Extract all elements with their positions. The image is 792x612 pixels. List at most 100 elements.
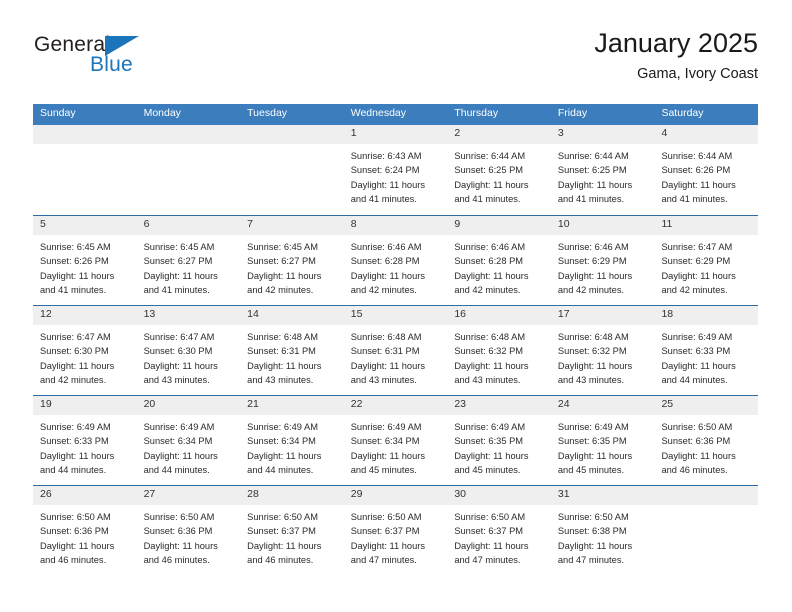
daylight-text: Daylight: 11 hours and 47 minutes. [454, 540, 529, 565]
day-sun-info: Sunrise: 6:50 AM Sunset: 6:36 PM Daylight:… [654, 415, 758, 477]
daylight-text: Daylight: 11 hours and 43 minutes. [350, 360, 425, 385]
sunset-text: Sunset: 6:37 PM [350, 526, 420, 537]
logo-text-general: General [34, 33, 111, 56]
day-number: 6 [136, 216, 241, 235]
daylight-text: Daylight: 11 hours and 45 minutes. [557, 450, 633, 475]
sunset-text: Sunset: 6:30 PM [143, 346, 213, 357]
day-number: 12 [33, 306, 137, 325]
calendar-day-cell[interactable]: 23 Sunrise: 6:49 AM Sunset: 6:35 PM Dayligh… [447, 396, 551, 485]
daylight-text: Daylight: 11 hours and 41 minutes. [557, 179, 633, 204]
calendar-day-cell[interactable]: 3 Sunrise: 6:44 AM Sunset: 6:25 PM Daylight… [550, 125, 655, 215]
sunrise-text: Sunrise: 6:50 AM [143, 512, 215, 522]
calendar-day-cell[interactable]: 24 Sunrise: 6:49 AM Sunset: 6:35 PM Dayligh… [550, 396, 655, 485]
day-sun-info: Sunrise: 6:49 AM Sunset: 6:35 PM Daylight:… [447, 415, 551, 477]
day-number: 25 [654, 396, 759, 415]
calendar-day-cell[interactable]: 13 Sunrise: 6:47 AM Sunset: 6:30 PM Dayligh… [136, 306, 241, 395]
sunrise-text: Sunrise: 6:45 AM [40, 242, 111, 252]
sunrise-text: Sunrise: 6:49 AM [350, 422, 422, 432]
calendar-day-cell[interactable]: 20 Sunrise: 6:49 AM Sunset: 6:34 PM Dayligh… [136, 396, 241, 485]
calendar-day-cell-empty [33, 125, 137, 215]
calendar-day-cell[interactable]: 22 Sunrise: 6:49 AM Sunset: 6:34 PM Dayligh… [343, 396, 448, 485]
sunrise-text: Sunrise: 6:46 AM [454, 242, 526, 252]
calendar-week-row: 26 Sunrise: 6:50 AM Sunset: 6:36 PM Dayligh… [33, 485, 759, 575]
daylight-text: Daylight: 11 hours and 44 minutes. [40, 450, 115, 475]
sunset-text: Sunset: 6:28 PM [350, 256, 420, 267]
day-number: 4 [654, 125, 759, 144]
day-sun-info: Sunrise: 6:46 AM Sunset: 6:28 PM Daylight:… [344, 235, 448, 297]
calendar-day-cell[interactable]: 29 Sunrise: 6:50 AM Sunset: 6:37 PM Dayligh… [343, 486, 448, 575]
day-sun-info: Sunrise: 6:49 AM Sunset: 6:33 PM Daylight:… [654, 325, 758, 387]
sunset-text: Sunset: 6:33 PM [40, 436, 109, 447]
calendar-day-cell[interactable]: 18 Sunrise: 6:49 AM Sunset: 6:33 PM Dayligh… [654, 306, 759, 395]
calendar-day-cell[interactable]: 4 Sunrise: 6:44 AM Sunset: 6:26 PM Daylight… [654, 125, 759, 215]
sunrise-text: Sunrise: 6:46 AM [350, 242, 422, 252]
calendar-day-cell[interactable]: 5 Sunrise: 6:45 AM Sunset: 6:26 PM Daylight… [33, 216, 137, 305]
calendar-day-cell[interactable]: 15 Sunrise: 6:48 AM Sunset: 6:31 PM Dayligh… [343, 306, 448, 395]
calendar-day-cell[interactable]: 31 Sunrise: 6:50 AM Sunset: 6:38 PM Dayligh… [550, 486, 655, 575]
calendar-day-cell[interactable]: 12 Sunrise: 6:47 AM Sunset: 6:30 PM Dayligh… [33, 306, 137, 395]
weekday-header-row: Sunday Monday Tuesday Wednesday Thursday Frid… [33, 104, 758, 125]
daylight-text: Daylight: 11 hours and 42 minutes. [40, 360, 115, 385]
calendar-day-cell[interactable]: 9 Sunrise: 6:46 AM Sunset: 6:28 PM Daylight… [447, 216, 551, 305]
day-number: 23 [447, 396, 551, 415]
calendar-day-cell[interactable]: 14 Sunrise: 6:48 AM Sunset: 6:31 PM Dayligh… [240, 306, 344, 395]
calendar-day-cell[interactable]: 8 Sunrise: 6:46 AM Sunset: 6:28 PM Daylight… [343, 216, 448, 305]
day-number: 31 [550, 486, 655, 505]
calendar-weeks: 1 Sunrise: 6:43 AM Sunset: 6:24 PM Daylight… [33, 125, 759, 575]
day-sun-info: Sunrise: 6:46 AM Sunset: 6:28 PM Daylight:… [447, 235, 551, 297]
calendar-week-row: 12 Sunrise: 6:47 AM Sunset: 6:30 PM Dayligh… [33, 305, 759, 395]
general-blue-logo[interactable]: General Blue [34, 34, 234, 90]
calendar-day-cell-empty [240, 125, 344, 215]
calendar-day-cell[interactable]: 27 Sunrise: 6:50 AM Sunset: 6:36 PM Dayligh… [136, 486, 241, 575]
sunset-text: Sunset: 6:38 PM [557, 526, 627, 537]
calendar-day-cell[interactable]: 2 Sunrise: 6:44 AM Sunset: 6:25 PM Daylight… [447, 125, 551, 215]
calendar-week-row: 5 Sunrise: 6:45 AM Sunset: 6:26 PM Daylight… [33, 215, 759, 305]
calendar-day-cell[interactable]: 16 Sunrise: 6:48 AM Sunset: 6:32 PM Dayligh… [447, 306, 551, 395]
calendar-day-cell[interactable]: 11 Sunrise: 6:47 AM Sunset: 6:29 PM Dayligh… [654, 216, 759, 305]
sunrise-text: Sunrise: 6:45 AM [247, 242, 318, 252]
sunrise-text: Sunrise: 6:45 AM [143, 242, 215, 252]
daylight-text: Daylight: 11 hours and 41 minutes. [661, 179, 736, 204]
day-number: 19 [33, 396, 137, 415]
sunrise-text: Sunrise: 6:48 AM [454, 332, 526, 342]
sunset-text: Sunset: 6:34 PM [247, 436, 316, 447]
day-sun-info: Sunrise: 6:45 AM Sunset: 6:27 PM Daylight:… [240, 235, 344, 297]
calendar-day-cell[interactable]: 28 Sunrise: 6:50 AM Sunset: 6:37 PM Dayligh… [240, 486, 344, 575]
calendar-day-cell[interactable]: 6 Sunrise: 6:45 AM Sunset: 6:27 PM Daylight… [136, 216, 241, 305]
calendar-day-cell[interactable]: 26 Sunrise: 6:50 AM Sunset: 6:36 PM Dayligh… [33, 486, 137, 575]
day-number: 27 [136, 486, 241, 505]
calendar-grid: Sunday Monday Tuesday Wednesday Thursday Frid… [33, 104, 759, 575]
day-number: 5 [33, 216, 137, 235]
sunset-text: Sunset: 6:25 PM [454, 165, 524, 176]
day-number [240, 125, 344, 144]
calendar-day-cell[interactable]: 17 Sunrise: 6:48 AM Sunset: 6:32 PM Dayligh… [550, 306, 655, 395]
day-number: 15 [343, 306, 448, 325]
calendar-day-cell[interactable]: 30 Sunrise: 6:50 AM Sunset: 6:37 PM Dayligh… [447, 486, 551, 575]
daylight-text: Daylight: 11 hours and 43 minutes. [247, 360, 322, 385]
calendar-day-cell[interactable]: 19 Sunrise: 6:49 AM Sunset: 6:33 PM Dayligh… [33, 396, 137, 485]
daylight-text: Daylight: 11 hours and 41 minutes. [40, 270, 115, 295]
calendar-day-cell[interactable]: 1 Sunrise: 6:43 AM Sunset: 6:24 PM Daylight… [343, 125, 448, 215]
day-sun-info: Sunrise: 6:50 AM Sunset: 6:36 PM Daylight:… [33, 505, 137, 567]
day-sun-info: Sunrise: 6:43 AM Sunset: 6:24 PM Daylight:… [344, 144, 448, 206]
weekday-header-tuesday: Tuesday [247, 107, 288, 119]
sunrise-text: Sunrise: 6:44 AM [661, 151, 733, 161]
sunset-text: Sunset: 6:25 PM [557, 165, 627, 176]
sunrise-text: Sunrise: 6:48 AM [557, 332, 629, 342]
calendar-day-cell[interactable]: 25 Sunrise: 6:50 AM Sunset: 6:36 PM Dayligh… [654, 396, 759, 485]
day-sun-info: Sunrise: 6:49 AM Sunset: 6:33 PM Daylight:… [33, 415, 137, 477]
calendar-day-cell[interactable]: 7 Sunrise: 6:45 AM Sunset: 6:27 PM Daylight… [240, 216, 344, 305]
sunset-text: Sunset: 6:24 PM [350, 165, 420, 176]
daylight-text: Daylight: 11 hours and 43 minutes. [143, 360, 218, 385]
calendar-day-cell[interactable]: 21 Sunrise: 6:49 AM Sunset: 6:34 PM Dayligh… [240, 396, 344, 485]
calendar-day-cell-empty [654, 486, 759, 575]
day-number: 14 [240, 306, 344, 325]
day-number: 28 [240, 486, 344, 505]
sunrise-text: Sunrise: 6:47 AM [143, 332, 215, 342]
day-number: 18 [654, 306, 759, 325]
sunset-text: Sunset: 6:36 PM [143, 526, 213, 537]
day-number: 16 [447, 306, 551, 325]
sunset-text: Sunset: 6:26 PM [40, 256, 109, 267]
sunset-text: Sunset: 6:27 PM [143, 256, 213, 267]
calendar-day-cell[interactable]: 10 Sunrise: 6:46 AM Sunset: 6:29 PM Dayligh… [550, 216, 655, 305]
